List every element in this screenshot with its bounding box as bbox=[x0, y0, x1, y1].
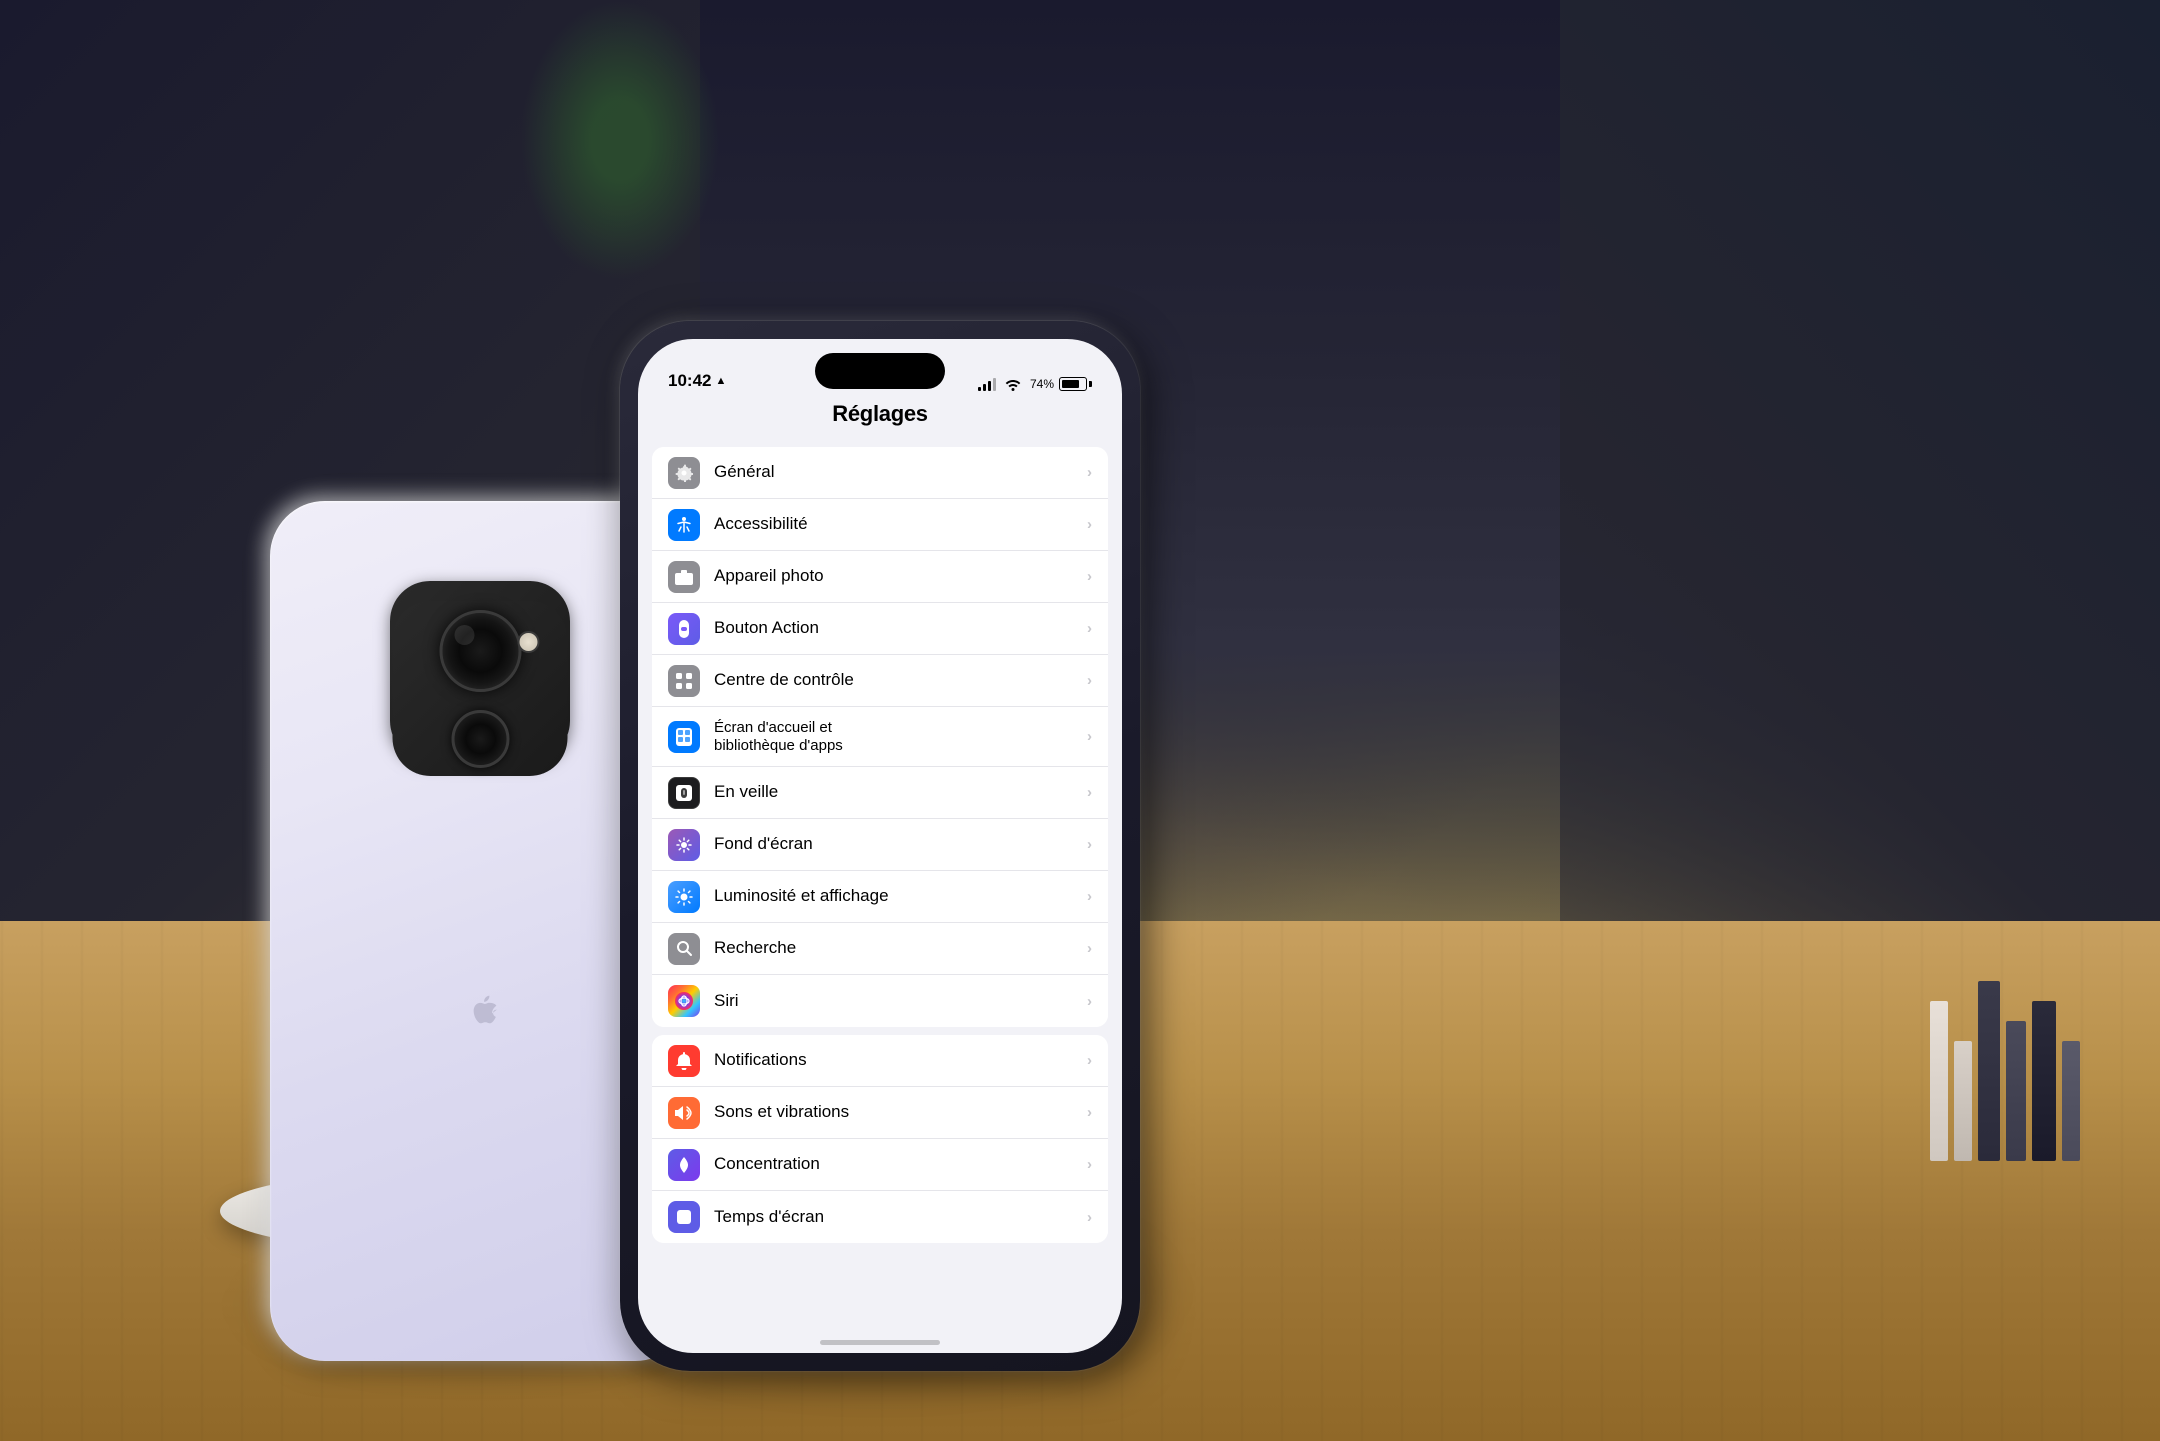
search-label: Recherche bbox=[714, 938, 1087, 958]
plant-decoration bbox=[520, 0, 720, 280]
camera-icon bbox=[668, 561, 700, 593]
notifications-icon bbox=[668, 1045, 700, 1077]
notifications-label: Notifications bbox=[714, 1050, 1087, 1070]
status-time: 10:42 ▲ bbox=[668, 371, 726, 391]
row-display[interactable]: Luminosité et affichage › bbox=[652, 871, 1108, 923]
wallpaper-label: Fond d'écran bbox=[714, 834, 1087, 854]
home-screen-icon bbox=[668, 721, 700, 753]
settings-section-2: Notifications › Sons et vibrations › Con… bbox=[652, 1035, 1108, 1243]
camera-label: Appareil photo bbox=[714, 566, 1087, 586]
battery-percent: 74% bbox=[1030, 377, 1054, 391]
action-button-label: Bouton Action bbox=[714, 618, 1087, 638]
battery-body bbox=[1059, 377, 1087, 391]
search-icon bbox=[668, 933, 700, 965]
row-accessibility[interactable]: Accessibilité › bbox=[652, 499, 1108, 551]
screen-time-chevron: › bbox=[1087, 1209, 1092, 1226]
action-button-chevron: › bbox=[1087, 620, 1092, 637]
row-action-button[interactable]: Bouton Action › bbox=[652, 603, 1108, 655]
row-camera[interactable]: Appareil photo › bbox=[652, 551, 1108, 603]
wifi-icon bbox=[1004, 378, 1022, 391]
search-chevron: › bbox=[1087, 940, 1092, 957]
row-general[interactable]: Général › bbox=[652, 447, 1108, 499]
screen-time-label: Temps d'écran bbox=[714, 1207, 1087, 1227]
display-chevron: › bbox=[1087, 888, 1092, 905]
row-wallpaper[interactable]: Fond d'écran › bbox=[652, 819, 1108, 871]
display-icon bbox=[668, 881, 700, 913]
focus-label: Concentration bbox=[714, 1154, 1087, 1174]
row-home-screen[interactable]: Écran d'accueil etbibliothèque d'apps › bbox=[652, 707, 1108, 767]
apple-logo-icon bbox=[455, 983, 505, 1041]
iphone-front-device: 10:42 ▲ 74% bbox=[620, 321, 1140, 1371]
settings-section-1: Général › Accessibilité › Appareil photo… bbox=[652, 447, 1108, 1027]
row-focus[interactable]: Concentration › bbox=[652, 1139, 1108, 1191]
page-title: Réglages bbox=[638, 401, 1122, 427]
time-label: 10:42 bbox=[668, 371, 711, 391]
sounds-label: Sons et vibrations bbox=[714, 1102, 1087, 1122]
standby-chevron: › bbox=[1087, 784, 1092, 801]
row-control-center[interactable]: Centre de contrôle › bbox=[652, 655, 1108, 707]
standby-label: En veille bbox=[714, 782, 1087, 802]
siri-label: Siri bbox=[714, 991, 1087, 1011]
main-lens bbox=[439, 610, 521, 692]
focus-icon bbox=[668, 1149, 700, 1181]
signal-bars-icon bbox=[978, 378, 996, 391]
row-sounds[interactable]: Sons et vibrations › bbox=[652, 1087, 1108, 1139]
accessibility-label: Accessibilité bbox=[714, 514, 1087, 534]
home-screen-chevron: › bbox=[1087, 728, 1092, 745]
siri-chevron: › bbox=[1087, 993, 1092, 1010]
display-label: Luminosité et affichage bbox=[714, 886, 1087, 906]
sounds-icon bbox=[668, 1097, 700, 1129]
iphone-screen: 10:42 ▲ 74% bbox=[638, 339, 1122, 1353]
row-screen-time[interactable]: Temps d'écran › bbox=[652, 1191, 1108, 1243]
accessibility-chevron: › bbox=[1087, 516, 1092, 533]
row-standby[interactable]: En veille › bbox=[652, 767, 1108, 819]
location-icon: ▲ bbox=[715, 375, 726, 387]
battery-icon: 74% bbox=[1030, 377, 1092, 391]
standby-icon bbox=[668, 777, 700, 809]
notifications-chevron: › bbox=[1087, 1052, 1092, 1069]
accessibility-icon bbox=[668, 509, 700, 541]
home-screen-label: Écran d'accueil etbibliothèque d'apps bbox=[714, 719, 1087, 755]
camera-flash bbox=[518, 631, 540, 653]
wallpaper-chevron: › bbox=[1087, 836, 1092, 853]
wallpaper-icon bbox=[668, 829, 700, 861]
control-center-chevron: › bbox=[1087, 672, 1092, 689]
status-icons: 74% bbox=[978, 377, 1092, 391]
screen-time-icon bbox=[668, 1201, 700, 1233]
secondary-lens bbox=[451, 710, 509, 768]
battery-fill bbox=[1062, 380, 1079, 388]
row-notifications[interactable]: Notifications › bbox=[652, 1035, 1108, 1087]
siri-icon bbox=[668, 985, 700, 1017]
shelf-decoration bbox=[1930, 981, 2080, 1161]
home-indicator bbox=[820, 1340, 940, 1345]
camera-module bbox=[393, 601, 568, 776]
general-icon bbox=[668, 457, 700, 489]
sounds-chevron: › bbox=[1087, 1104, 1092, 1121]
action-button-icon bbox=[668, 613, 700, 645]
focus-chevron: › bbox=[1087, 1156, 1092, 1173]
dynamic-island bbox=[815, 353, 945, 389]
battery-tip bbox=[1089, 381, 1092, 387]
row-siri[interactable]: Siri › bbox=[652, 975, 1108, 1027]
camera-chevron: › bbox=[1087, 568, 1092, 585]
control-center-label: Centre de contrôle bbox=[714, 670, 1087, 690]
settings-list: Général › Accessibilité › Appareil photo… bbox=[638, 439, 1122, 1323]
general-label: Général bbox=[714, 462, 1087, 482]
control-center-icon bbox=[668, 665, 700, 697]
row-search[interactable]: Recherche › bbox=[652, 923, 1108, 975]
general-chevron: › bbox=[1087, 464, 1092, 481]
